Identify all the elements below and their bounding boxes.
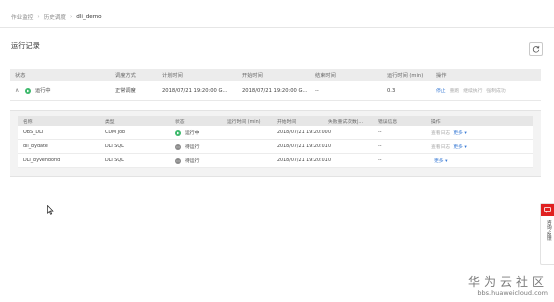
breadcrumb-separator: › <box>70 14 73 20</box>
header-start-time: 开始时间 <box>277 119 297 125</box>
node-name: DLI_byvendorid <box>23 158 61 163</box>
node-type: CDM Job <box>105 130 126 135</box>
breadcrumb-current: dli_demo <box>76 14 102 20</box>
feedback-icon <box>541 204 554 216</box>
duration: 0.3 <box>387 87 396 94</box>
node-status: 待运行 <box>185 159 200 164</box>
table-header: 名称 类型 状态 运行时间 (min) 开始时间 失败重试次数|... 错误信息… <box>18 116 533 126</box>
header-error: 错误信息 <box>378 119 398 125</box>
breadcrumb-separator: › <box>37 14 40 20</box>
watermark-url: bbs.huaweicloud.com <box>477 289 548 297</box>
feedback-label: 咨询·反馈 <box>545 220 551 241</box>
header-status: 状态 <box>15 72 26 79</box>
force-success-link[interactable]: 强制成功 <box>486 87 505 94</box>
header-retry-count: 失败重试次数|... <box>328 119 363 125</box>
node-retry-count: 0 <box>328 144 332 149</box>
run-records-table: 状态 调度方式 计划时间 开始时间 结束时间 运行时间 (min) 操作 ∧ 运… <box>10 69 541 101</box>
table-row[interactable]: ∧ 运行中 正常调度 2018/07/21 19:20:00 G... 2018… <box>10 81 541 101</box>
node-type: DLI SQL <box>105 144 124 149</box>
breadcrumb-history-schedule[interactable]: 历史调度 <box>44 13 66 21</box>
header-divider <box>0 27 554 28</box>
refresh-icon <box>532 45 540 53</box>
waiting-status-icon <box>175 143 181 150</box>
job-nodes-panel: 名称 类型 状态 运行时间 (min) 开始时间 失败重试次数|... 错误信息… <box>10 110 541 177</box>
stop-link[interactable]: 停止 <box>436 87 446 94</box>
watermark-title: 华为云社区 <box>467 275 548 289</box>
feedback-button[interactable]: 咨询·反馈 <box>540 203 554 265</box>
node-status: 待运行 <box>185 145 200 150</box>
node-error: -- <box>378 130 382 135</box>
header-name: 名称 <box>23 119 33 125</box>
mouse-pointer-icon <box>47 205 54 215</box>
node-start-time: 2018/07/21 19:20:00 GM... <box>277 130 328 135</box>
node-start-time: 2018/07/21 19:20:01 GM... <box>277 144 328 149</box>
header-status: 状态 <box>175 119 185 125</box>
more-dropdown[interactable]: 更多 ▾ <box>453 129 467 136</box>
header-operations: 操作 <box>436 72 447 79</box>
node-error: -- <box>378 144 382 149</box>
header-run-time: 运行时间 (min) <box>227 119 261 125</box>
header-duration: 运行时间 (min) <box>387 72 424 79</box>
node-retry-count: 0 <box>328 158 332 163</box>
schedule-mode: 正常调度 <box>115 88 136 94</box>
table-row[interactable]: OBS_DLI CDM Job 运行中 2018/07/21 19:20:00 … <box>18 126 533 140</box>
waiting-status-icon <box>175 157 181 164</box>
end-time: -- <box>315 87 319 94</box>
node-status: 运行中 <box>185 131 200 136</box>
header-end-time: 结束时间 <box>315 72 336 79</box>
breadcrumb: 作业监控 › 历史调度 › dli_demo <box>11 10 102 24</box>
header-plan-time: 计划时间 <box>162 72 183 79</box>
running-status-icon <box>25 87 31 94</box>
continue-link[interactable]: 继续执行 <box>463 87 482 94</box>
chevron-up-icon[interactable]: ∧ <box>15 87 25 94</box>
rerun-link[interactable]: 重跑 <box>450 87 460 94</box>
plan-time: 2018/07/21 19:20:00 G... <box>162 87 228 94</box>
watermark: 华为云社区 bbs.huaweicloud.com <box>468 275 548 297</box>
refresh-button[interactable] <box>529 42 543 56</box>
node-name: dli_bydate <box>23 144 48 149</box>
job-nodes-table: 名称 类型 状态 运行时间 (min) 开始时间 失败重试次数|... 错误信息… <box>18 116 533 168</box>
node-start-time: 2018/07/21 19:20:01 GM... <box>277 158 328 163</box>
header-start-time: 开始时间 <box>242 72 263 79</box>
view-log-link[interactable]: 查看日志 <box>431 143 450 150</box>
running-status-icon <box>175 129 181 136</box>
node-retry-count: 0 <box>328 130 332 135</box>
table-header: 状态 调度方式 计划时间 开始时间 结束时间 运行时间 (min) 操作 <box>10 69 541 81</box>
header-schedule-mode: 调度方式 <box>115 72 136 79</box>
start-time: 2018/07/21 19:20:00 G... <box>242 87 308 94</box>
node-error: -- <box>378 158 382 163</box>
node-name: OBS_DLI <box>23 130 44 135</box>
table-row[interactable]: DLI_byvendorid DLI SQL 待运行 2018/07/21 19… <box>18 154 533 168</box>
view-log-link[interactable]: 查看日志 <box>431 129 450 136</box>
header-operations: 操作 <box>431 119 441 125</box>
run-status: 运行中 <box>35 88 51 94</box>
more-dropdown[interactable]: 更多 ▾ <box>453 143 467 150</box>
section-title: 运行记录 <box>11 41 40 50</box>
table-row[interactable]: dli_bydate DLI SQL 待运行 2018/07/21 19:20:… <box>18 140 533 154</box>
header-type: 类型 <box>105 119 115 125</box>
breadcrumb-job-monitor[interactable]: 作业监控 <box>11 13 33 21</box>
node-type: DLI SQL <box>105 158 124 163</box>
more-dropdown[interactable]: 更多 ▾ <box>434 157 448 164</box>
